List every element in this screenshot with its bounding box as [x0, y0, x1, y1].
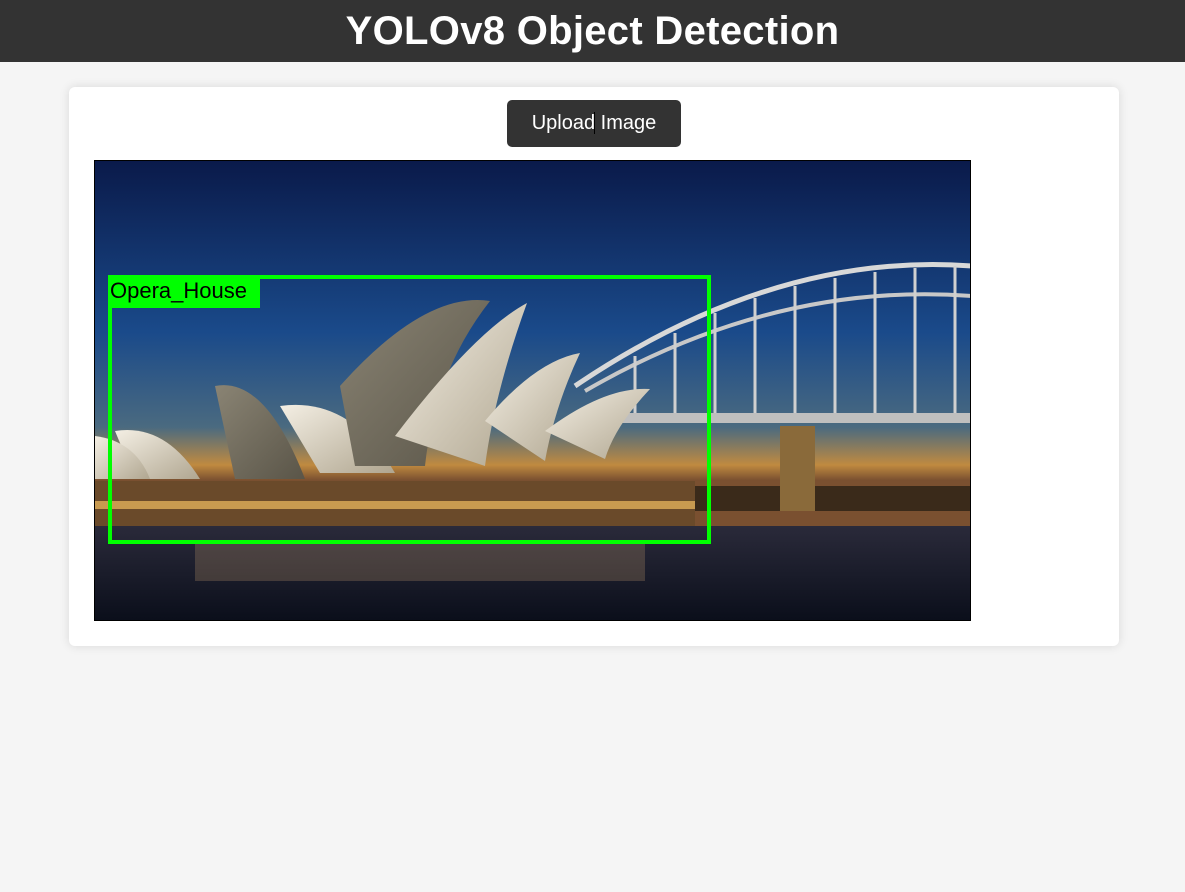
detection-image: Opera_House	[94, 160, 971, 621]
text-cursor	[594, 112, 595, 134]
detection-label: Opera_House	[108, 275, 260, 308]
detection-bounding-box	[108, 275, 711, 544]
page-title: YOLOv8 Object Detection	[345, 8, 840, 53]
app-header: YOLOv8 Object Detection	[0, 0, 1185, 62]
main-card: Upload Image Opera_House	[69, 87, 1119, 646]
